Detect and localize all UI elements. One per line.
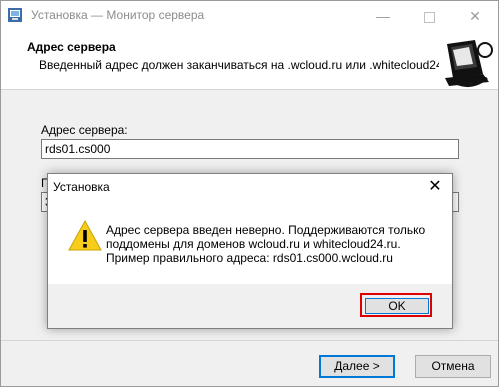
setup-window: Установка — Монитор сервера — ✕ Адрес се… [0, 0, 499, 387]
warning-icon [68, 220, 102, 251]
page-subtitle: Введенный адрес должен заканчиваться на … [39, 58, 457, 72]
maximize-icon [423, 11, 435, 23]
installer-app-icon [8, 8, 22, 22]
close-window-button[interactable]: ✕ [452, 1, 498, 31]
window-title: Установка — Монитор сервера [31, 8, 205, 22]
next-button[interactable]: Далее > [319, 355, 395, 378]
footer-divider [1, 340, 498, 341]
error-dialog: Установка ✕ Адрес сервера введен неверно… [47, 173, 453, 329]
dialog-message-line: поддомены для доменов wcloud.ru и whitec… [106, 237, 401, 251]
dialog-message: Адрес сервера введен неверно. Поддержива… [106, 223, 446, 265]
server-address-input[interactable]: rds01.cs000 [41, 139, 459, 159]
minimize-button[interactable]: — [360, 1, 406, 31]
server-monitor-icon [439, 34, 493, 88]
dialog-title: Установка [53, 180, 110, 194]
title-bar[interactable]: Установка — Монитор сервера — ✕ [1, 1, 498, 31]
ok-button[interactable]: OK [365, 298, 429, 314]
maximize-button[interactable] [406, 1, 452, 31]
dialog-message-line: Адрес сервера введен неверно. Поддержива… [106, 223, 426, 237]
page-header: Адрес сервера Введенный адрес должен зак… [1, 31, 498, 90]
dialog-close-button[interactable]: ✕ [418, 174, 452, 200]
dialog-message-line: Пример правильного адреса: rds01.cs000.w… [106, 251, 393, 265]
server-address-label: Адрес сервера: [41, 123, 128, 137]
ok-button-highlight: OK [360, 293, 432, 317]
dialog-footer: OK [48, 284, 452, 328]
page-title: Адрес сервера [27, 40, 116, 54]
cancel-button[interactable]: Отмена [415, 355, 491, 378]
dialog-body: Адрес сервера введен неверно. Поддержива… [48, 204, 452, 284]
